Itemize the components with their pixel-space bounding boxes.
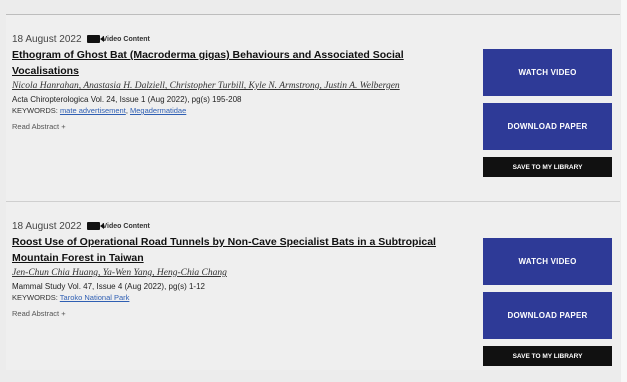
article-actions: WATCH VIDEO DOWNLOAD PAPER SAVE TO MY LI… [483,49,612,177]
publication-date: 18 August 2022 [12,220,82,232]
article-meta: 18 August 2022 Video Content [12,220,612,232]
article-authors[interactable]: Jen-Chun Chia Huang, Ya-Wen Yang, Heng-C… [12,267,432,279]
save-to-library-button[interactable]: SAVE TO MY LIBRARY [483,157,612,177]
video-camera-icon [86,222,104,230]
keyword-link[interactable]: Taroko National Park [60,293,130,302]
article-title-link[interactable]: Ethogram of Ghost Bat (Macroderma gigas)… [12,47,452,79]
article-authors[interactable]: Nicola Hanrahan, Anastasia H. Dalziell, … [12,80,432,92]
keywords-label: KEYWORDS: [12,106,58,115]
page-edge [621,0,627,382]
publication-date: 18 August 2022 [12,33,82,45]
result-divider [6,201,620,202]
video-camera-icon [86,35,104,43]
download-paper-button[interactable]: DOWNLOAD PAPER [483,103,612,150]
article-card-1: 18 August 2022 Video Content Ethogram of… [12,33,612,183]
download-paper-button[interactable]: DOWNLOAD PAPER [483,292,612,339]
video-badge-label: Video Content [102,222,150,230]
article-actions: WATCH VIDEO DOWNLOAD PAPER SAVE TO MY LI… [483,238,612,366]
keyword-link[interactable]: Megadermatidae [130,106,186,115]
article-card-2: 18 August 2022 Video Content Roost Use o… [12,220,612,366]
save-to-library-button[interactable]: SAVE TO MY LIBRARY [483,346,612,366]
article-meta: 18 August 2022 Video Content [12,33,612,45]
watch-video-button[interactable]: WATCH VIDEO [483,238,612,285]
video-content-badge: Video Content [86,222,150,230]
video-content-badge: Video Content [86,35,150,43]
article-title-link[interactable]: Roost Use of Operational Road Tunnels by… [12,234,452,266]
keyword-link[interactable]: mate advertisement [60,106,126,115]
video-badge-label: Video Content [102,35,150,43]
keywords-label: KEYWORDS: [12,293,58,302]
watch-video-button[interactable]: WATCH VIDEO [483,49,612,96]
